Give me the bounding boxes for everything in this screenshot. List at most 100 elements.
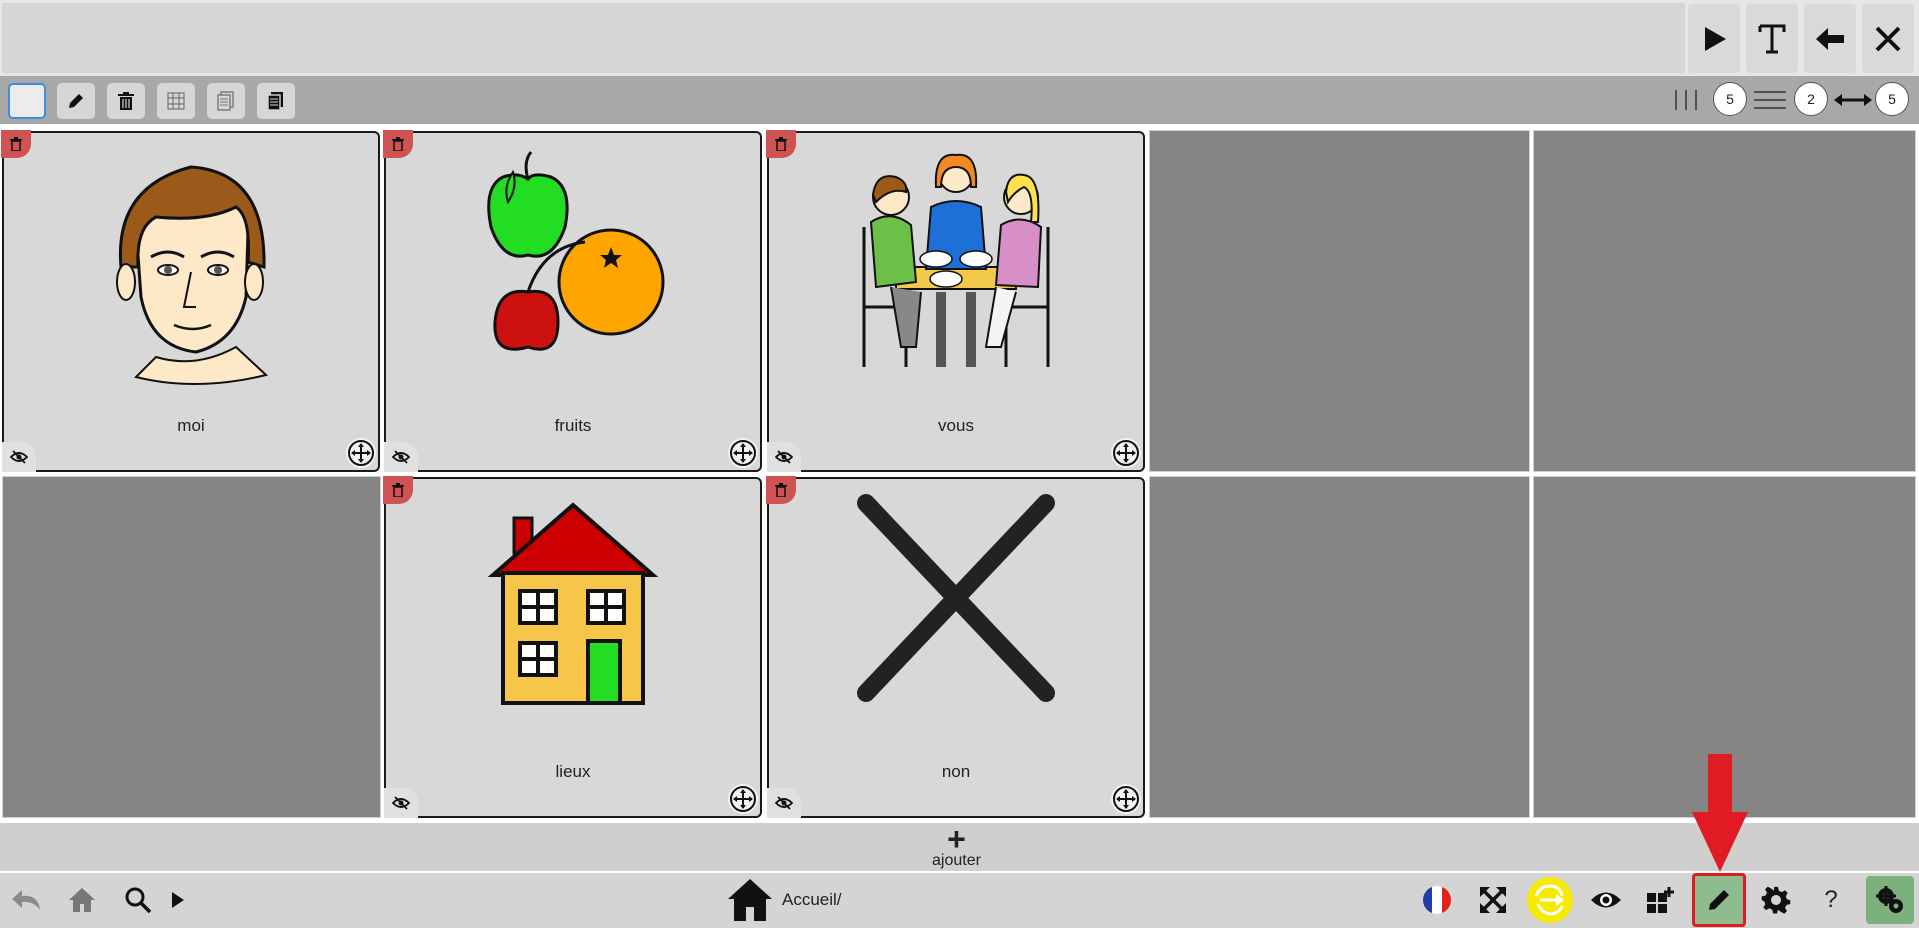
paste-button[interactable]	[257, 83, 295, 119]
fruits-icon	[386, 147, 760, 407]
help-button[interactable]: ?	[1807, 876, 1855, 924]
trash-icon	[392, 137, 404, 151]
yellow-arrow-icon	[1527, 877, 1573, 923]
text-mode-button[interactable]	[1746, 4, 1798, 73]
close-icon	[1875, 26, 1901, 51]
visibility-button[interactable]	[1582, 876, 1630, 924]
move-icon	[1113, 440, 1139, 466]
search-button[interactable]	[114, 876, 162, 924]
move-icon	[730, 786, 756, 812]
question-icon: ?	[1824, 886, 1838, 913]
undo-arrow-icon	[12, 890, 40, 910]
gear-icon	[1761, 886, 1791, 914]
advanced-settings-button[interactable]	[1866, 876, 1914, 924]
gears-icon	[1876, 886, 1903, 913]
language-button[interactable]	[1413, 876, 1461, 924]
card-fruits[interactable]: fruits	[383, 130, 762, 472]
backspace-button[interactable]	[1804, 4, 1856, 73]
card-label: lieux	[555, 762, 591, 781]
card-label: moi	[177, 416, 205, 435]
grid-layout-button[interactable]	[157, 83, 195, 119]
home-button[interactable]	[58, 876, 106, 924]
card-delete-button[interactable]	[383, 476, 413, 504]
settings-button[interactable]	[1752, 876, 1800, 924]
eye-slash-icon	[392, 796, 410, 810]
edit-selected-button[interactable]	[57, 83, 95, 119]
copy-button[interactable]	[207, 83, 245, 119]
highlight-button[interactable]	[1526, 876, 1574, 924]
delete-selected-button[interactable]	[107, 83, 145, 119]
edit-mode-button[interactable]	[1692, 873, 1746, 927]
paste-icon	[267, 92, 283, 111]
people-at-table-icon	[769, 147, 1143, 407]
empty-cell[interactable]	[2, 476, 381, 818]
plus-icon: +	[947, 821, 966, 857]
card-delete-button[interactable]	[1, 130, 31, 158]
card-moi[interactable]: moi	[1, 130, 380, 472]
eye-icon	[1591, 892, 1621, 908]
grid-plus-icon	[1647, 887, 1674, 913]
back-button[interactable]	[2, 876, 50, 924]
card-hide-button[interactable]	[2, 442, 36, 472]
top-bar	[0, 0, 1919, 76]
symbol-grid: moi fruits vous lieux non	[0, 127, 1919, 820]
card-label: vous	[938, 416, 974, 435]
trash-icon	[392, 483, 404, 497]
card-delete-button[interactable]	[383, 130, 413, 158]
french-flag-icon	[1423, 886, 1451, 914]
play-small-icon	[172, 892, 184, 908]
expand-icon	[1479, 886, 1507, 914]
select-all-button[interactable]	[8, 83, 46, 119]
trash-icon	[10, 137, 22, 151]
empty-cell[interactable]	[1149, 476, 1530, 818]
add-grid-button[interactable]	[1637, 876, 1685, 924]
forward-button[interactable]	[158, 876, 198, 924]
breadcrumb-text: Accueil/	[782, 890, 842, 909]
card-move-handle[interactable]	[1111, 438, 1141, 468]
red-arrow-annotation	[1692, 754, 1748, 872]
card-delete-button[interactable]	[766, 476, 796, 504]
eye-slash-icon	[775, 796, 793, 810]
columns-input[interactable]: 5	[1713, 82, 1747, 116]
home-icon	[728, 879, 772, 921]
sentence-text-field[interactable]	[2, 3, 1685, 73]
card-move-handle[interactable]	[728, 784, 758, 814]
card-hide-button[interactable]	[767, 788, 801, 818]
card-non[interactable]: non	[766, 476, 1145, 818]
add-label: ajouter	[932, 852, 981, 869]
empty-cell[interactable]	[1149, 130, 1530, 472]
card-hide-button[interactable]	[384, 442, 418, 472]
pencil-icon	[69, 94, 83, 108]
card-hide-button[interactable]	[767, 442, 801, 472]
move-icon	[730, 440, 756, 466]
width-input[interactable]: 5	[1875, 82, 1909, 116]
card-delete-button[interactable]	[766, 130, 796, 158]
card-lieux[interactable]: lieux	[383, 476, 762, 818]
trash-icon	[118, 92, 134, 110]
copy-icon	[217, 91, 234, 111]
card-label: fruits	[554, 416, 592, 435]
search-icon	[125, 887, 152, 914]
face-icon	[4, 147, 378, 407]
card-move-handle[interactable]	[728, 438, 758, 468]
move-icon	[348, 440, 374, 466]
rows-input[interactable]: 2	[1794, 82, 1828, 116]
card-vous[interactable]: vous	[766, 130, 1145, 472]
card-hide-button[interactable]	[384, 788, 418, 818]
cross-icon	[769, 493, 1143, 753]
play-icon	[1705, 26, 1726, 51]
fullscreen-button[interactable]	[1469, 876, 1517, 924]
eye-slash-icon	[775, 450, 793, 464]
columns-icon	[1675, 90, 1697, 110]
clear-button[interactable]	[1862, 4, 1914, 73]
pencil-icon	[1709, 890, 1729, 910]
card-move-handle[interactable]	[1111, 784, 1141, 814]
grid-icon	[167, 92, 185, 110]
breadcrumb[interactable]: Accueil/	[726, 876, 842, 924]
card-move-handle[interactable]	[346, 438, 376, 468]
empty-cell[interactable]	[1533, 130, 1916, 472]
play-button[interactable]	[1688, 4, 1740, 73]
text-icon	[1758, 24, 1786, 53]
add-element-button[interactable]: + ajouter	[920, 821, 993, 870]
house-icon	[386, 493, 760, 753]
